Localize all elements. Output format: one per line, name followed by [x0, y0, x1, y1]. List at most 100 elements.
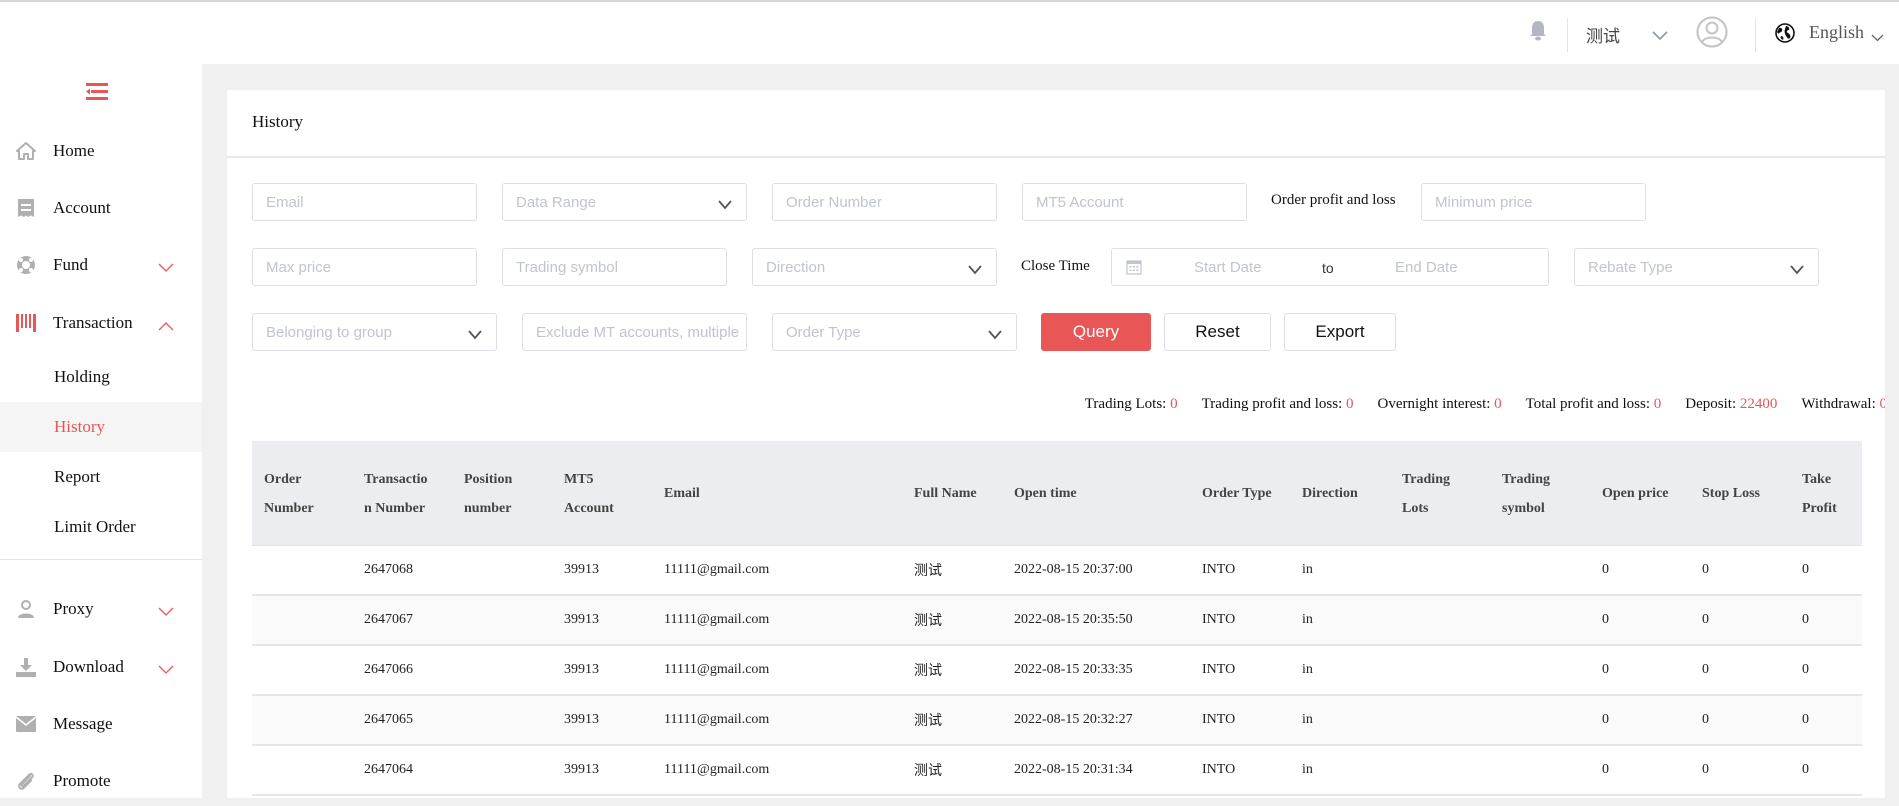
- sidebar-item-label: Proxy: [53, 599, 94, 618]
- table-cell: in: [1302, 562, 1313, 577]
- trading-symbol-field[interactable]: [502, 248, 727, 286]
- column-header: Take Profit: [1802, 471, 1837, 516]
- barcode-icon: [16, 313, 36, 333]
- sidebar-subitem-history[interactable]: History: [0, 402, 202, 452]
- range-separator: to: [1322, 260, 1334, 276]
- table-row[interactable]: 2647068 39913 11111@gmail.com 测试 2022-08-15 …: [252, 546, 1862, 596]
- table-cell: 0: [1802, 712, 1809, 727]
- table-cell: in: [1302, 662, 1313, 677]
- direction-select[interactable]: Direction: [752, 248, 997, 286]
- sidebar-subitem-holding[interactable]: Holding: [0, 352, 202, 402]
- table-cell: 测试: [914, 613, 942, 629]
- language-chevron-down-icon[interactable]: [1871, 29, 1884, 42]
- table-cell: 2022-08-15 20:31:34: [1014, 762, 1133, 777]
- sidebar-item-label: Fund: [53, 255, 88, 274]
- globe-icon[interactable]: [1775, 23, 1795, 43]
- sidebar-item-transaction[interactable]: Transaction: [0, 298, 202, 348]
- table-cell: 0: [1702, 762, 1709, 777]
- history-table: Order Number Transactio n Number Position …: [252, 441, 1862, 796]
- table-row[interactable]: 2647065 39913 11111@gmail.com 测试 2022-08-15 …: [252, 696, 1862, 746]
- table-cell: 0: [1602, 612, 1609, 627]
- chevron-down-icon: [718, 197, 732, 210]
- chevron-down-icon: [468, 327, 482, 340]
- table-cell: 39913: [564, 662, 599, 677]
- exclude-mt-accounts-field[interactable]: [522, 313, 747, 351]
- sidebar-item-download[interactable]: Download: [0, 642, 202, 692]
- sidebar-item-label: Message: [53, 714, 113, 733]
- column-header: Transactio n Number: [364, 471, 428, 516]
- table-row[interactable]: 2647067 39913 11111@gmail.com 测试 2022-08-15 …: [252, 596, 1862, 646]
- rebate-type-select[interactable]: Rebate Type: [1574, 248, 1819, 286]
- table-cell: 39913: [564, 712, 599, 727]
- table-cell: 2022-08-15 20:33:35: [1014, 662, 1133, 677]
- sidebar-item-proxy[interactable]: Proxy: [0, 584, 202, 634]
- email-input[interactable]: [266, 193, 476, 211]
- table-row[interactable]: 2647064 39913 11111@gmail.com 测试 2022-08-15 …: [252, 746, 1862, 796]
- minimum-price-input[interactable]: [1435, 193, 1645, 211]
- max-price-field[interactable]: [252, 248, 477, 286]
- exclude-mt-accounts-input[interactable]: [536, 323, 746, 341]
- table-cell: 0: [1602, 662, 1609, 677]
- table-body: 2647068 39913 11111@gmail.com 测试 2022-08-15 …: [252, 546, 1862, 796]
- email-field[interactable]: [252, 183, 477, 221]
- sidebar-subitem-limit-order[interactable]: Limit Order: [0, 502, 202, 552]
- avatar-icon[interactable]: [1696, 16, 1728, 48]
- sidebar-subitem-report[interactable]: Report: [0, 452, 202, 502]
- summary-value: 0: [1170, 396, 1178, 412]
- trading-symbol-input[interactable]: [516, 258, 726, 276]
- end-date-input[interactable]: End Date: [1395, 259, 1458, 276]
- chevron-down-icon: [988, 327, 1002, 340]
- sidebar-item-account[interactable]: Account: [0, 183, 202, 233]
- chevron-down-icon: [158, 662, 174, 674]
- order-type-select[interactable]: Order Type: [772, 313, 1017, 351]
- sidebar-item-fund[interactable]: Fund: [0, 240, 202, 290]
- mt5-account-field[interactable]: [1022, 183, 1247, 221]
- table-cell: INTO: [1202, 562, 1236, 577]
- language-label[interactable]: English: [1809, 22, 1864, 43]
- table-cell: 2022-08-15 20:35:50: [1014, 612, 1133, 627]
- max-price-input[interactable]: [266, 258, 476, 276]
- sidebar-item-home[interactable]: Home: [0, 126, 202, 176]
- query-button[interactable]: Query: [1041, 313, 1151, 351]
- sidebar-item-promote[interactable]: Promote: [0, 756, 202, 806]
- column-header: Trading Lots: [1402, 471, 1450, 516]
- reset-button[interactable]: Reset: [1164, 313, 1271, 351]
- export-button[interactable]: Export: [1284, 313, 1396, 351]
- summary-value: 0: [1494, 396, 1502, 412]
- sidebar-item-label: Download: [53, 657, 124, 676]
- group-select[interactable]: Belonging to group: [252, 313, 497, 351]
- sidebar: Home Account Fund Transaction Holding Hi…: [0, 64, 202, 798]
- table-cell: 2647068: [364, 562, 413, 577]
- sidebar-item-message[interactable]: Message: [0, 699, 202, 749]
- receipt-icon: [16, 198, 36, 218]
- user-dropdown-chevron-icon[interactable]: [1652, 28, 1668, 41]
- chevron-up-icon: [158, 318, 174, 331]
- data-range-select[interactable]: Data Range: [502, 183, 747, 221]
- summary-label: Deposit:: [1685, 396, 1737, 412]
- column-header: Position number: [464, 471, 513, 516]
- table-row[interactable]: 2647066 39913 11111@gmail.com 测试 2022-08-15 …: [252, 646, 1862, 696]
- table-cell: 2647067: [364, 612, 413, 627]
- user-name[interactable]: 测试: [1586, 22, 1620, 47]
- mt5-account-input[interactable]: [1036, 193, 1246, 211]
- page-scroll-gutter: [1885, 64, 1899, 798]
- calendar-icon: [1126, 259, 1142, 275]
- table-cell: 11111@gmail.com: [664, 662, 770, 677]
- table-cell: 0: [1702, 662, 1709, 677]
- start-date-input[interactable]: Start Date: [1194, 259, 1262, 276]
- bell-icon[interactable]: [1528, 20, 1548, 42]
- table-cell: 39913: [564, 762, 599, 777]
- table-cell: 2647065: [364, 712, 413, 727]
- order-number-field[interactable]: [772, 183, 997, 221]
- summary-value: 22400: [1739, 396, 1778, 412]
- column-header: Open time: [1014, 486, 1077, 501]
- chevron-down-icon: [158, 604, 174, 616]
- user-icon: [16, 599, 36, 619]
- table-cell: 0: [1802, 562, 1809, 577]
- table-cell: 0: [1802, 762, 1809, 777]
- table-cell: 11111@gmail.com: [664, 762, 770, 777]
- menu-fold-icon[interactable]: [86, 83, 108, 100]
- minimum-price-field[interactable]: [1421, 183, 1646, 221]
- order-number-input[interactable]: [786, 193, 996, 211]
- close-time-range-picker[interactable]: Start Date to End Date: [1111, 248, 1549, 286]
